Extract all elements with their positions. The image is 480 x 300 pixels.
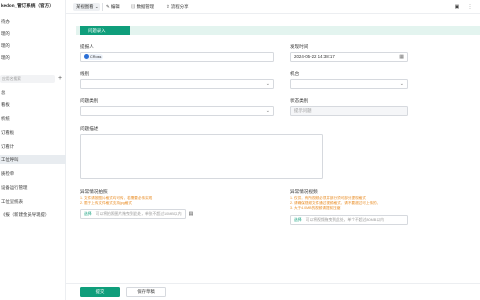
description-label: 问题描述 [80,126,99,131]
upload-icon[interactable]: ▤ [187,210,195,218]
reporter-label: 提报人 [80,44,94,49]
time-value: 2024-05-22 14:38:17 [294,54,335,59]
sidebar-item[interactable]: 订看板 [0,128,66,137]
photo-upload-field[interactable]: 选择 可以将拍照图片拖曳到此处，单张不超过10MB以内 [80,209,186,219]
sidebar-item[interactable]: 设备运行管理 [0,183,66,192]
view-switch-button[interactable]: 某视图看 ⌄ [73,3,100,11]
photo-label: 异常情况拍照 [80,189,108,194]
category-select[interactable]: ⌄ [80,106,274,116]
video-upload-hint: 可以将视频拖曳到此处，单个不超过80MB以内 [305,218,384,222]
category-label: 问题类别 [80,98,99,103]
tab-issue-entry[interactable]: 问题录入 [80,26,130,35]
save-draft-button[interactable]: 保存草稿 [126,287,166,297]
station-label: 机台 [290,71,300,76]
divider [102,3,103,11]
sidebar-search-input[interactable]: 应用名搜索 [0,75,55,83]
video-upload-field[interactable]: 选择 可以将视频拖曳到此处，单个不超过80MB以内 [290,215,408,225]
status-value: 提示问题 [294,108,312,113]
avatar [84,54,89,59]
sidebar-item[interactable]: 《报（新建金员导现提） [0,210,66,219]
add-icon[interactable]: + [56,75,64,83]
photo-note: 1. 文件请按图片格式均可传，若需要必传实现 [80,196,153,200]
calendar-icon: ▦ [399,54,404,60]
photo-pick-button[interactable]: 选择 [81,212,95,216]
sidebar-item[interactable]: 理的 [0,53,66,62]
form-tab-strip: 问题录入 [76,26,480,35]
share-button[interactable]: ⇪ 流程分享 [166,3,188,11]
video-note: 3. 大于4.0MB的视频请提前压缩 [290,206,341,210]
reporter-field[interactable]: CRoss [80,52,274,62]
video-note: 2. 请确保视频文件通过视频格式，请不要超过可上传的， [290,201,381,205]
sidebar-item[interactable]: 订看计 [0,142,66,151]
video-pick-button[interactable]: 选择 [291,218,305,222]
line-select[interactable]: ⌄ [80,79,274,89]
status-label: 状态类别 [290,98,309,103]
photo-note: 2. 限于上传文件格式支持jpg格式 [80,201,132,205]
station-select[interactable]: ⌄ [290,79,408,89]
data-manage-button[interactable]: ▤ 数据管理 [131,3,154,11]
sidebar: kedon_管订系统（官方） 待办 理的 理的 理的 应用名搜索 + 总 看板 … [0,0,66,300]
reporter-chip: CRoss [84,54,104,60]
description-textarea[interactable] [80,134,323,179]
time-field[interactable]: 2024-05-22 14:38:17 ▦ [290,52,408,62]
sidebar-item-todo[interactable]: 待办 [0,17,66,26]
sidebar-item-station-call[interactable]: 工位呼叫 [0,155,66,164]
edit-button[interactable]: ✎ 编辑 [106,3,120,11]
more-icon[interactable]: ⋮ [466,3,474,11]
video-label: 异常情况视频 [290,189,318,194]
top-toolbar: 某视图看 ⌄ ✎ 编辑 ▤ 数据管理 ⇪ 流程分享 ▣ ⋮ [66,0,480,14]
sidebar-item[interactable]: 质检单 [0,169,66,178]
divider [66,283,480,284]
video-note: 1. 仅供，有所视频必须并部分须可部分提现格式 [290,196,366,200]
sidebar-item[interactable]: 看板 [0,100,66,109]
time-label: 发现时间 [290,44,309,49]
chevron-down-icon: ⌄ [265,108,270,114]
sidebar-item[interactable]: 析统 [0,114,66,123]
chevron-down-icon: ⌄ [265,81,270,87]
line-label: 线别 [80,71,90,76]
submit-button[interactable]: 提交 [80,287,120,297]
app-title: kedon_管订系统（官方） [1,3,54,8]
settings-icon[interactable]: ▣ [453,3,461,11]
data-manage-label: 数据管理 [136,4,155,9]
edit-label: 编辑 [110,4,120,9]
photo-upload-hint: 可以将拍照图片拖曳到此处，单张不超过10MB以内 [95,212,182,216]
view-label: 某视图看 [76,4,94,9]
sidebar-item[interactable]: 工位呈统表 [0,197,66,206]
chevron-down-icon: ⌄ [94,4,99,9]
share-label: 流程分享 [170,4,189,9]
chevron-down-icon: ⌄ [399,81,404,87]
sidebar-item[interactable]: 理的 [0,29,66,38]
reporter-value: CRoss [90,55,102,59]
sidebar-section-label: 总 [1,90,6,95]
status-field: 提示问题 [290,106,408,116]
sidebar-item[interactable]: 理的 [0,41,66,50]
